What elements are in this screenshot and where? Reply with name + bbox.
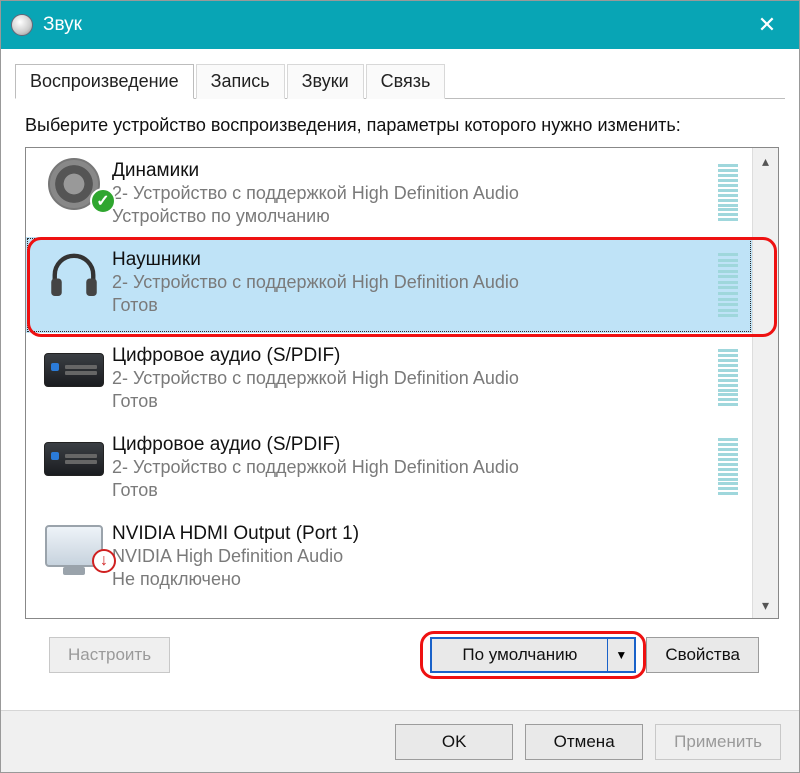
scrollbar[interactable]: ▴ ▾	[752, 148, 778, 618]
device-status: Устройство по умолчанию	[112, 205, 710, 228]
device-status: Не подключено	[112, 568, 742, 591]
device-row[interactable]: Наушники 2- Устройство с поддержкой High…	[26, 237, 752, 333]
device-row[interactable]: ✓ Динамики 2- Устройство с поддержкой Hi…	[26, 148, 752, 237]
properties-button[interactable]: Свойства	[646, 637, 759, 673]
scroll-up-icon[interactable]: ▴	[753, 148, 778, 174]
panel-button-row: Настроить По умолчанию ▼ Свойства	[25, 619, 779, 687]
device-sub1: 2- Устройство с поддержкой High Definiti…	[112, 271, 710, 294]
tab-recording[interactable]: Запись	[196, 64, 285, 99]
device-row[interactable]: Цифровое аудио (S/PDIF) 2- Устройство с …	[26, 422, 752, 511]
tab-label: Связь	[381, 71, 431, 91]
tab-label: Звуки	[302, 71, 349, 91]
instruction-text: Выберите устройство воспроизведения, пар…	[25, 113, 779, 137]
device-sub1: 2- Устройство с поддержкой High Definiti…	[112, 367, 710, 390]
headphones-icon	[46, 247, 102, 308]
button-label: Свойства	[665, 645, 740, 665]
chevron-down-icon: ▼	[615, 648, 627, 662]
configure-button[interactable]: Настроить	[49, 637, 170, 673]
device-row[interactable]: ↓ NVIDIA HDMI Output (Port 1) NVIDIA Hig…	[26, 511, 752, 600]
device-status: Готов	[112, 390, 710, 413]
device-name: NVIDIA HDMI Output (Port 1)	[112, 523, 742, 545]
device-name: Цифровое аудио (S/PDIF)	[112, 345, 710, 367]
button-label: Применить	[674, 732, 762, 752]
button-label: Отмена	[554, 732, 615, 752]
set-default-dropdown[interactable]: ▼	[608, 639, 634, 671]
level-meter-icon	[718, 343, 738, 412]
device-name: Цифровое аудио (S/PDIF)	[112, 434, 710, 456]
client-area: Воспроизведение Запись Звуки Связь Выбер…	[1, 49, 799, 772]
device-status: Готов	[112, 479, 710, 502]
tab-panel-playback: Выберите устройство воспроизведения, пар…	[1, 99, 799, 710]
sound-icon	[11, 14, 33, 36]
device-list[interactable]: ✓ Динамики 2- Устройство с поддержкой Hi…	[25, 147, 779, 619]
button-label: По умолчанию	[462, 645, 577, 665]
device-name: Наушники	[112, 249, 710, 271]
titlebar[interactable]: Звук ✕	[1, 1, 799, 49]
close-icon: ✕	[758, 12, 776, 38]
sound-dialog: Звук ✕ Воспроизведение Запись Звуки Связ…	[0, 0, 800, 773]
device-row[interactable]: Цифровое аудио (S/PDIF) 2- Устройство с …	[26, 333, 752, 422]
ok-button[interactable]: OK	[395, 724, 513, 760]
tab-sounds[interactable]: Звуки	[287, 64, 364, 99]
tab-communications[interactable]: Связь	[366, 64, 446, 99]
device-name: Динамики	[112, 160, 710, 182]
tab-bar: Воспроизведение Запись Звуки Связь	[1, 49, 799, 99]
level-meter-icon	[718, 158, 738, 227]
scroll-down-icon[interactable]: ▾	[753, 592, 778, 618]
tab-playback[interactable]: Воспроизведение	[15, 64, 194, 99]
device-sub1: 2- Устройство с поддержкой High Definiti…	[112, 456, 710, 479]
spdif-icon	[44, 353, 104, 387]
device-status: Готов	[112, 294, 710, 317]
device-sub1: NVIDIA High Definition Audio	[112, 545, 742, 568]
cancel-button[interactable]: Отмена	[525, 724, 643, 760]
apply-button[interactable]: Применить	[655, 724, 781, 760]
level-meter-icon	[718, 432, 738, 501]
window-title: Звук	[43, 14, 82, 36]
button-label: OK	[442, 732, 467, 752]
tab-label: Воспроизведение	[30, 71, 179, 91]
set-default-button[interactable]: По умолчанию ▼	[430, 637, 636, 673]
close-button[interactable]: ✕	[735, 1, 799, 49]
button-label: Настроить	[68, 645, 151, 665]
device-sub1: 2- Устройство с поддержкой High Definiti…	[112, 182, 710, 205]
level-meter-icon	[718, 247, 738, 323]
spdif-icon	[44, 442, 104, 476]
dialog-footer: OK Отмена Применить	[1, 710, 799, 772]
tab-label: Запись	[211, 71, 270, 91]
